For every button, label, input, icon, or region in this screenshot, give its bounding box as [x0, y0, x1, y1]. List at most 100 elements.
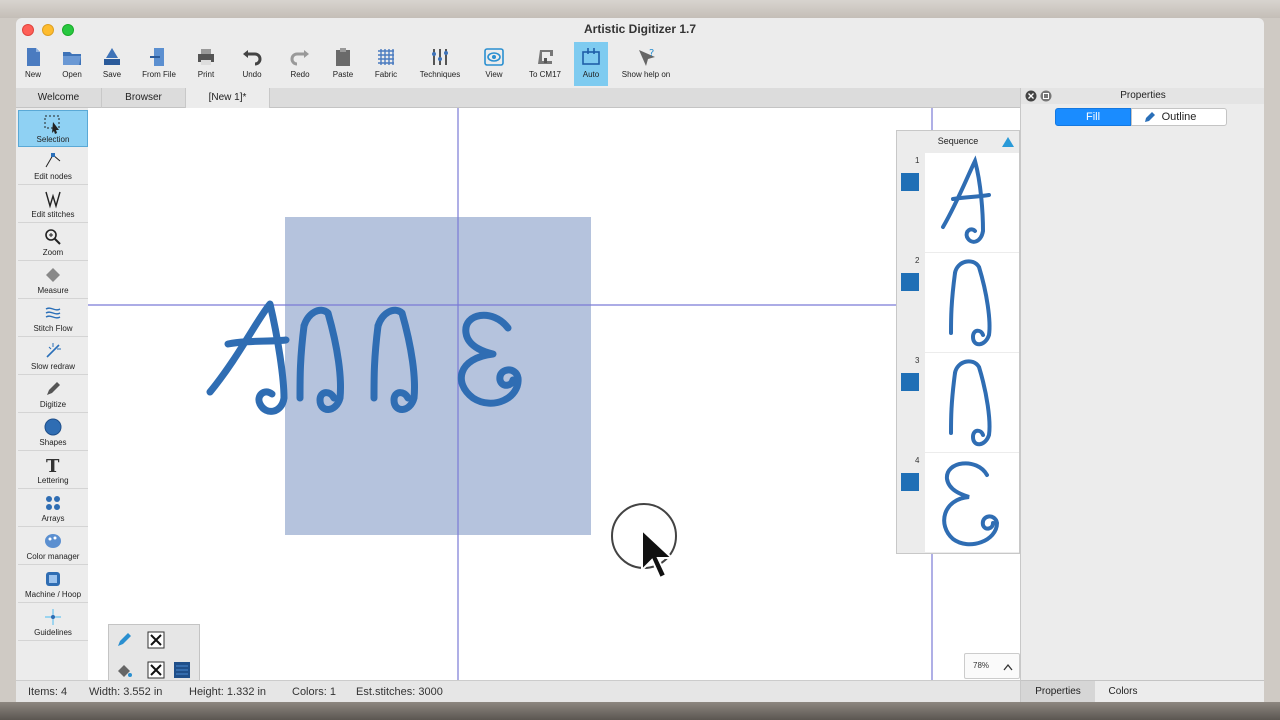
new-button[interactable]: New: [22, 42, 44, 86]
tab-colors[interactable]: Colors: [1095, 681, 1151, 702]
status-bar: Items: 4 Width: 3.552 in Height: 1.332 i…: [16, 680, 1020, 702]
palette-icon: [45, 534, 61, 548]
color-swatch[interactable]: [901, 373, 919, 391]
print-button[interactable]: Print: [194, 42, 218, 86]
minimize-window-button[interactable]: [42, 24, 54, 36]
shapes-icon: [44, 418, 62, 436]
zoom-icon: [45, 229, 61, 245]
sequence-header: Sequence: [897, 131, 1019, 151]
sequence-item[interactable]: 1: [897, 153, 1019, 253]
document-tabs: Welcome Browser [New 1]*: [16, 88, 1020, 108]
tool-measure[interactable]: Measure: [18, 262, 88, 299]
properties-bottom-tabs: Properties Colors: [1021, 680, 1264, 702]
selection-box[interactable]: [285, 217, 591, 535]
tab-browser[interactable]: Browser: [102, 88, 186, 108]
to-cm17-button[interactable]: To CM17: [522, 42, 568, 86]
view-button[interactable]: View: [478, 42, 510, 86]
zoom-window-button[interactable]: [62, 24, 74, 36]
tab-properties[interactable]: Properties: [1021, 681, 1095, 702]
properties-header: Properties: [1021, 88, 1264, 104]
title-bar: Artistic Digitizer 1.7: [16, 18, 1264, 42]
tool-digitize[interactable]: Digitize: [18, 376, 88, 413]
show-help-button[interactable]: ? Show help on: [618, 42, 674, 86]
sequence-item[interactable]: 4: [897, 453, 1019, 553]
tool-selection[interactable]: Selection: [18, 110, 88, 147]
hoop-icon: [46, 572, 60, 586]
tool-slow-redraw[interactable]: Slow redraw: [18, 338, 88, 375]
status-height: Height: 1.332 in: [189, 686, 267, 698]
auto-button[interactable]: Auto: [574, 42, 608, 86]
tool-shapes[interactable]: Shapes: [18, 414, 88, 451]
status-colors: Colors: 1: [292, 686, 337, 698]
color-swatch[interactable]: [901, 273, 919, 291]
sequence-panel: Sequence 1 2 3 4: [896, 130, 1020, 554]
help-cursor-icon: ?: [639, 48, 655, 66]
save-button[interactable]: Save: [100, 42, 124, 86]
redo-button[interactable]: Redo: [280, 42, 320, 86]
chevron-up-icon[interactable]: [1003, 663, 1013, 671]
tool-machine-hoop[interactable]: Machine / Hoop: [18, 566, 88, 603]
tab-new-1[interactable]: [New 1]*: [186, 88, 270, 108]
canvas-drawing: [88, 108, 1020, 680]
edit-stitches-icon: [45, 191, 61, 209]
desktop-background-bottom: [0, 702, 1280, 720]
texture-swatch-icon[interactable]: [173, 661, 191, 679]
color-swatch[interactable]: [901, 173, 919, 191]
outline-segment[interactable]: Outline: [1131, 108, 1227, 126]
floating-palette: [108, 624, 200, 680]
close-window-button[interactable]: [22, 24, 34, 36]
tool-color-manager[interactable]: Color manager: [18, 528, 88, 565]
tool-palette: Selection Edit nodes Edit stitches Zoom …: [18, 110, 88, 658]
fill-segment[interactable]: Fill: [1055, 108, 1131, 126]
close-panel-icon[interactable]: [1025, 90, 1037, 102]
close-box-icon[interactable]: [147, 661, 165, 679]
tab-welcome[interactable]: Welcome: [16, 88, 102, 108]
paste-button[interactable]: Paste: [330, 42, 356, 86]
techniques-button[interactable]: Techniques: [416, 42, 464, 86]
redo-icon: [290, 50, 309, 66]
collapse-triangle-icon[interactable]: [1002, 137, 1014, 147]
app-window: Artistic Digitizer 1.7 New Open Save Fro…: [16, 18, 1264, 702]
detach-panel-icon[interactable]: [1040, 90, 1052, 102]
color-swatch[interactable]: [901, 473, 919, 491]
tool-guidelines[interactable]: Guidelines: [18, 604, 88, 641]
pen-icon[interactable]: [115, 631, 133, 649]
from-file-button[interactable]: From File: [140, 42, 178, 86]
glyph-preview-n: [925, 353, 1019, 452]
tool-stitch-flow[interactable]: Stitch Flow: [18, 300, 88, 337]
glyph-preview-e: [925, 453, 1019, 552]
digitize-icon: [47, 382, 60, 395]
svg-text:T: T: [46, 456, 60, 475]
undo-icon: [243, 50, 262, 66]
main-toolbar: New Open Save From File Print Undo Redo: [16, 42, 1264, 88]
save-icon: [104, 48, 120, 65]
close-box-icon[interactable]: [147, 631, 165, 649]
tool-zoom[interactable]: Zoom: [18, 224, 88, 261]
fabric-button[interactable]: Fabric: [372, 42, 400, 86]
open-button[interactable]: Open: [58, 42, 86, 86]
sequence-item[interactable]: 3: [897, 353, 1019, 453]
tool-lettering[interactable]: T Lettering: [18, 452, 88, 489]
selection-icon: [44, 115, 60, 134]
tool-edit-stitches[interactable]: Edit stitches: [18, 186, 88, 223]
properties-panel: Properties Fill Outline Properties Color…: [1020, 88, 1264, 702]
new-file-icon: [27, 48, 40, 66]
status-width: Width: 3.552 in: [89, 686, 163, 698]
view-icon: [484, 48, 504, 66]
sequence-item[interactable]: 2: [897, 253, 1019, 353]
status-items: Items: 4: [28, 686, 68, 698]
fabric-icon: [378, 49, 394, 65]
glyph-preview-a: [925, 153, 1019, 252]
zoom-control[interactable]: 78%: [964, 653, 1020, 679]
undo-button[interactable]: Undo: [232, 42, 272, 86]
guidelines-icon: [45, 609, 61, 625]
machine-icon: [538, 50, 553, 64]
glyph-preview-n: [925, 253, 1019, 352]
auto-icon: [582, 48, 600, 65]
mouse-cursor: [611, 503, 677, 580]
status-stitches: Est.stitches: 3000: [356, 686, 443, 698]
tool-arrays[interactable]: Arrays: [18, 490, 88, 527]
design-canvas[interactable]: Sequence 1 2 3 4 78%: [88, 108, 1020, 680]
fill-bucket-icon[interactable]: [115, 661, 133, 679]
tool-edit-nodes[interactable]: Edit nodes: [18, 148, 88, 185]
